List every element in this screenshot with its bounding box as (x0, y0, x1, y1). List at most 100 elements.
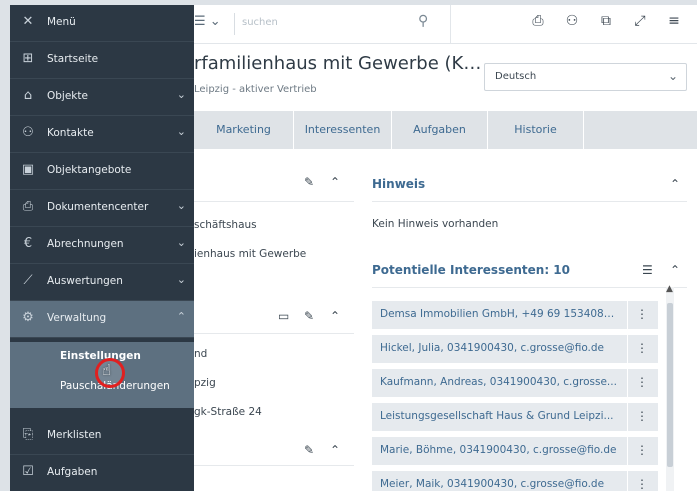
offer-icon: ▣ (21, 162, 35, 177)
chevron-up-icon: ⌃ (176, 310, 186, 323)
list-item[interactable]: Leistungsgesellschaft Haus & Grund Leipz… (372, 403, 658, 431)
close-icon[interactable]: ✕ (20, 14, 36, 29)
sidebar-item-label: Objekte (47, 90, 88, 102)
list-item[interactable]: Marie, Böhme, 0341900430, c.grosse@fio.d… (372, 437, 658, 465)
hint-heading: Hinweis (372, 177, 426, 191)
menu-header: ✕ Menü (10, 5, 194, 42)
copy-icon[interactable]: ⧉ (595, 13, 617, 29)
address-text: pzig (194, 377, 216, 389)
divider (627, 335, 628, 363)
sidebar-item-label: Auswertungen (47, 275, 123, 287)
chart-icon: ⟋ (23, 273, 33, 288)
more-icon[interactable]: ⋮ (636, 307, 648, 321)
divider (450, 5, 451, 43)
chevron-down-icon: ⌄ (176, 125, 186, 138)
search-icon[interactable]: ⚲ (418, 13, 428, 29)
more-icon[interactable]: ⋮ (636, 409, 648, 423)
more-icon[interactable]: ⋮ (636, 477, 648, 491)
divider (627, 301, 628, 329)
chevron-up-icon[interactable]: ⌃ (330, 443, 340, 457)
sidebar-item-auswertungen[interactable]: ⟋ Auswertungen ⌄ (10, 264, 194, 301)
user-icon: ⚇ (22, 125, 34, 140)
list-item-label: Meier, Maik, 0341900430, c.grosse@fio.de (380, 478, 605, 490)
hint-text: Kein Hinweis vorhanden (372, 218, 499, 230)
sidebar-item-verwaltung[interactable]: ⚙ Verwaltung ⌃ (10, 301, 194, 338)
sidebar-item-label: Verwaltung (47, 312, 107, 324)
more-icon[interactable]: ⋮ (636, 375, 648, 389)
user-icon[interactable]: ⚇ (561, 13, 583, 29)
view-selector[interactable]: ☰ ⌄ (194, 14, 221, 29)
chevron-down-icon: ⌄ (176, 199, 186, 212)
bookmark-icon: ⎘ (22, 427, 34, 442)
scroll-up-icon[interactable]: ▲ (666, 284, 673, 294)
list-item-label: Hickel, Julia, 0341900430, c.grosse@fio.… (380, 342, 605, 354)
tab-historie[interactable]: Historie (488, 111, 584, 149)
sidebar-item-label: Startseite (47, 53, 99, 65)
sidebar-item-label: Abrechnungen (47, 238, 124, 250)
chevron-down-icon: ⌄ (176, 88, 186, 101)
prospects-heading: Potentielle Interessenten: 10 (372, 263, 570, 277)
sidebar-item-label: Merklisten (47, 429, 102, 441)
scrollbar-thumb[interactable] (667, 303, 673, 467)
map-icon[interactable]: ▭ (278, 309, 289, 323)
more-icon[interactable]: ⋮ (636, 341, 648, 355)
sidebar-item-objektangebote[interactable]: ▣ Objektangebote (10, 153, 194, 190)
chevron-down-icon: ⌄ (176, 273, 186, 286)
divider (627, 403, 628, 431)
chevron-up-icon[interactable]: ⌃ (330, 309, 340, 323)
app-frame: ☰ ⌄ suchen ⚲ ⎙ ⚇ ⧉ ⤢ ≡ rfamilienhaus mit… (10, 5, 697, 491)
chevron-up-icon[interactable]: ⌃ (330, 175, 340, 189)
language-select[interactable]: Deutsch ⌄ (484, 63, 687, 91)
list-item-label: Kaufmann, Andreas, 0341900430, c.grosse.… (380, 376, 617, 388)
page-title: rfamilienhaus mit Gewerbe (K… (194, 53, 482, 74)
menu-icon[interactable]: ≡ (663, 13, 685, 29)
sidebar-item-aufgaben[interactable]: ☑ Aufgaben (10, 455, 194, 491)
tasks-icon: ☑ (22, 464, 34, 479)
bookmark-icon[interactable]: ⎙ (527, 13, 549, 29)
divider (372, 287, 687, 288)
printer-icon: ⎙ (22, 199, 34, 214)
expand-icon[interactable]: ⤢ (629, 13, 651, 29)
list-icon[interactable]: ☰ (642, 263, 653, 277)
list-item-label: Marie, Böhme, 0341900430, c.grosse@fio.d… (380, 444, 617, 456)
divider (194, 333, 354, 334)
tab-aufgaben[interactable]: Aufgaben (392, 111, 488, 149)
sidebar-item-abrechnungen[interactable]: € Abrechnungen ⌄ (10, 227, 194, 264)
address-text: nd (194, 348, 208, 360)
detail-text: ienhaus mit Gewerbe (194, 248, 307, 260)
list-item[interactable]: Kaufmann, Andreas, 0341900430, c.grosse.… (372, 369, 658, 397)
sidebar-item-merklisten[interactable]: ⎘ Merklisten (10, 418, 194, 455)
sidebar-item-label: Dokumentencenter (47, 201, 149, 213)
detail-text: schäftshaus (194, 219, 257, 231)
list-item[interactable]: Demsa Immobilien GmbH, +49 69 1534080...… (372, 301, 658, 329)
more-icon[interactable]: ⋮ (636, 443, 648, 457)
menu-title: Menü (47, 16, 76, 28)
chevron-down-icon: ⌄ (176, 236, 186, 249)
divider (194, 201, 354, 202)
list-item[interactable]: Hickel, Julia, 0341900430, c.grosse@fio.… (372, 335, 658, 363)
edit-icon[interactable]: ✎ (304, 175, 314, 189)
sidebar-item-label: Aufgaben (47, 466, 98, 478)
address-text: gk-Straße 24 (194, 406, 262, 418)
tab-interessenten[interactable]: Interessenten (294, 111, 392, 149)
euro-icon: € (23, 236, 33, 251)
hand-cursor-icon: ☝ (102, 361, 112, 379)
list-item[interactable]: Meier, Maik, 0341900430, c.grosse@fio.de… (372, 471, 658, 491)
sidebar-menu: ✕ Menü ⊞ Startseite ⌂ Objekte ⌄ ⚇ Kontak… (10, 5, 194, 491)
sidebar-item-objekte[interactable]: ⌂ Objekte ⌄ (10, 79, 194, 116)
chevron-down-icon: ⌄ (667, 69, 678, 83)
chevron-up-icon[interactable]: ⌃ (670, 263, 680, 277)
list-item-label: Leistungsgesellschaft Haus & Grund Leipz… (380, 410, 614, 422)
sidebar-item-startseite[interactable]: ⊞ Startseite (10, 42, 194, 79)
home-icon: ⌂ (23, 88, 33, 103)
sidebar-item-kontakte[interactable]: ⚇ Kontakte ⌄ (10, 116, 194, 153)
sidebar-item-dokumentencenter[interactable]: ⎙ Dokumentencenter ⌄ (10, 190, 194, 227)
search-input[interactable]: suchen (242, 17, 278, 28)
chevron-up-icon[interactable]: ⌃ (670, 177, 680, 191)
tab-marketing[interactable]: Marketing (194, 111, 294, 149)
page-subtitle: Leipzig - aktiver Vertrieb (194, 84, 317, 95)
sidebar-item-label: Objektangebote (47, 164, 132, 176)
edit-icon[interactable]: ✎ (304, 309, 314, 323)
edit-icon[interactable]: ✎ (304, 443, 314, 457)
grid-icon: ⊞ (22, 51, 34, 66)
